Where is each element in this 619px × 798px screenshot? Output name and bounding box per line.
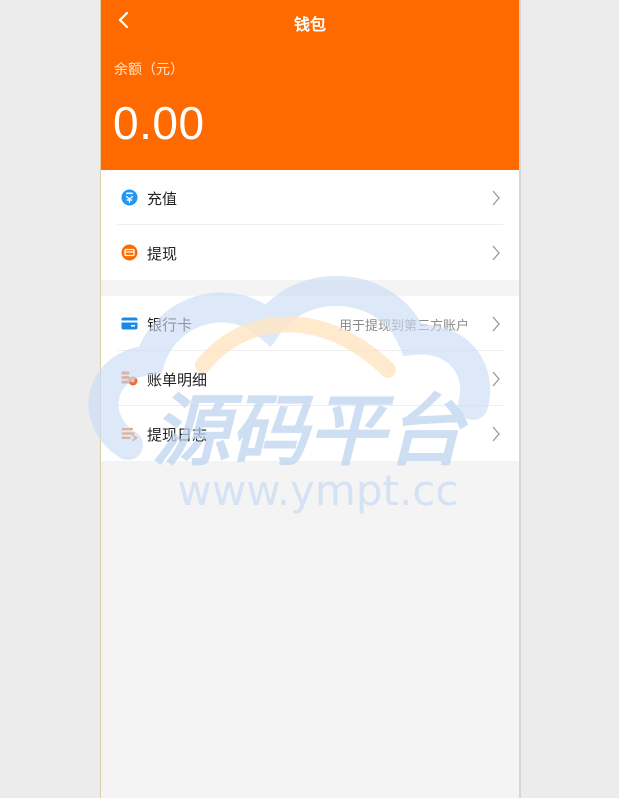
withdraw-label: 提现 bbox=[147, 245, 178, 263]
chevron-right-icon bbox=[492, 316, 500, 332]
page-title: 钱包 bbox=[293, 15, 326, 34]
chevron-right-icon bbox=[492, 190, 500, 206]
balance-label: 余额（元） bbox=[114, 62, 184, 78]
chevron-right-icon bbox=[492, 245, 500, 261]
wallet-records-group: 银行卡 用于提现到第三方账户 ¥ 账单明细 提现日志 bbox=[101, 296, 519, 461]
withdraw-log-icon bbox=[121, 428, 138, 442]
app-screen: 钱包 余额（元） 0.00 充值 提现 银行卡 用于提现到第三方账户 ¥ 账单明… bbox=[100, 0, 521, 798]
withdraw-log-row[interactable]: 提现日志 bbox=[101, 406, 519, 461]
bill-details-row[interactable]: ¥ 账单明细 bbox=[101, 351, 519, 406]
bill-details-icon: ¥ bbox=[121, 371, 138, 386]
withdraw-log-label: 提现日志 bbox=[147, 426, 208, 444]
withdraw-icon bbox=[121, 244, 138, 261]
wallet-header: 钱包 余额（元） 0.00 bbox=[101, 0, 519, 170]
chevron-right-icon bbox=[492, 426, 500, 442]
recharge-label: 充值 bbox=[147, 190, 178, 208]
bank-card-row[interactable]: 银行卡 用于提现到第三方账户 bbox=[101, 296, 519, 351]
bank-card-hint: 用于提现到第三方账户 bbox=[338, 319, 469, 334]
bank-card-icon bbox=[121, 317, 138, 330]
recharge-icon bbox=[121, 189, 138, 206]
wallet-actions-group: 充值 提现 bbox=[101, 170, 519, 280]
svg-text:¥: ¥ bbox=[131, 378, 135, 385]
bill-details-label: 账单明细 bbox=[147, 371, 208, 389]
withdraw-row[interactable]: 提现 bbox=[101, 225, 519, 280]
recharge-row[interactable]: 充值 bbox=[101, 170, 519, 225]
balance-value: 0.00 bbox=[113, 97, 205, 149]
bank-card-label: 银行卡 bbox=[147, 316, 193, 334]
chevron-right-icon bbox=[492, 371, 500, 387]
